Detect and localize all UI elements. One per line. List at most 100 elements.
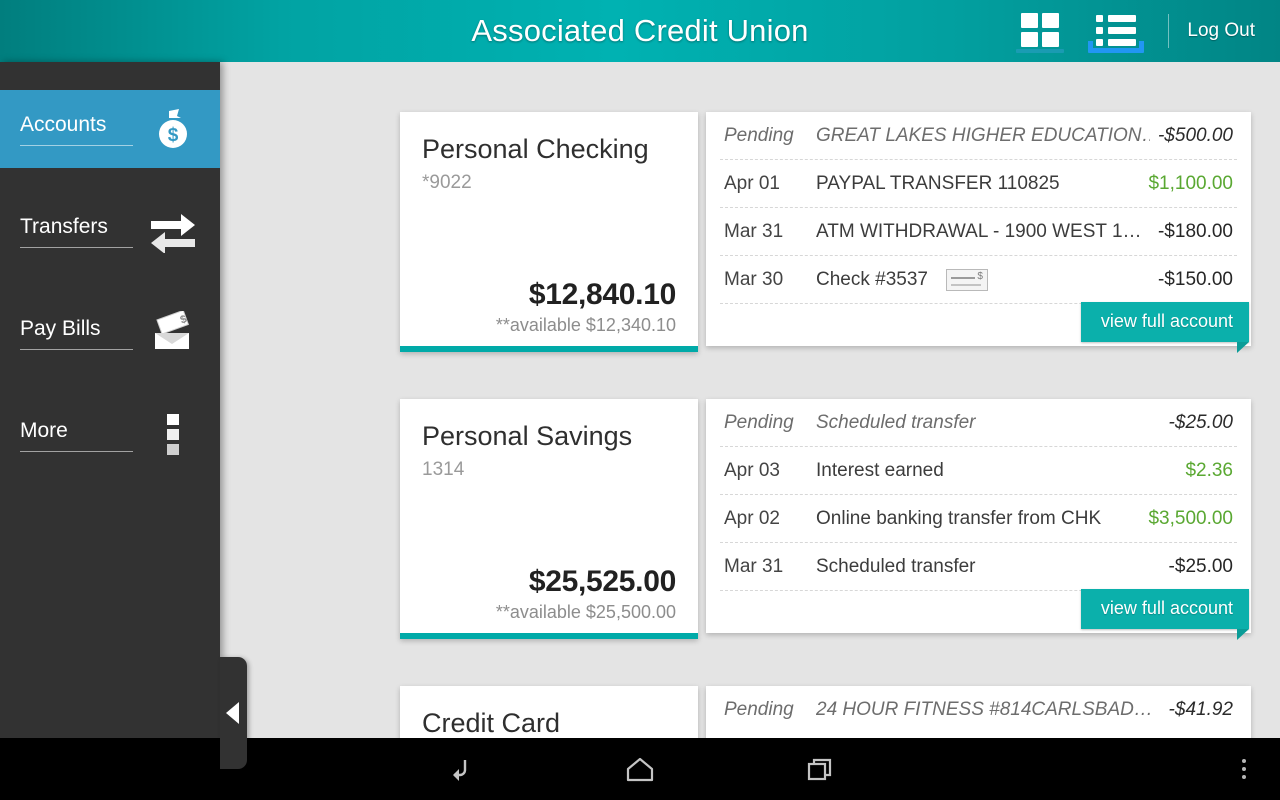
view-full-account-label: view full account: [1100, 311, 1233, 331]
account-card[interactable]: Personal Checking *9022 $12,840.10 **ava…: [400, 112, 698, 352]
transaction-amount: -$150.00: [1157, 268, 1233, 290]
transactions-panel: Pending Scheduled transfer -$25.00 Apr 0…: [706, 399, 1251, 640]
sidebar-top-strip: [0, 62, 220, 90]
account-row: Credit Card Pending 24 HOUR FITNESS #814…: [400, 686, 1280, 738]
transaction-amount: $1,100.00: [1148, 172, 1233, 194]
header-divider: [1168, 14, 1170, 48]
svg-text:$: $: [168, 125, 179, 146]
transaction-amount: $2.36: [1185, 459, 1233, 481]
panel-footer: view full account: [720, 589, 1249, 640]
sidebar: Accounts $ Transfers Pay Bills $ More: [0, 62, 247, 769]
account-row: Personal Savings 1314 $25,525.00 **avail…: [400, 399, 1280, 640]
table-row[interactable]: Mar 31 ATM WITHDRAWAL - 1900 WEST 1… -$1…: [720, 208, 1237, 256]
list-view-icon: [1096, 14, 1137, 46]
transaction-amount: -$25.00: [1168, 411, 1233, 433]
logout-button[interactable]: Log Out: [1187, 20, 1280, 42]
account-balance: $25,525.00: [528, 565, 676, 598]
money-bag-icon: $: [146, 102, 200, 156]
list-view-toggle[interactable]: [1078, 3, 1154, 57]
overflow-menu-icon[interactable]: [1242, 759, 1246, 779]
transaction-description: Scheduled transfer: [816, 411, 976, 433]
transaction-description: 24 HOUR FITNESS #814CARLSBAD…: [816, 699, 1153, 720]
table-row[interactable]: Mar 31 Scheduled transfer -$25.00: [720, 543, 1237, 591]
transaction-description: Scheduled transfer: [816, 555, 976, 577]
table-row[interactable]: Pending GREAT LAKES HIGHER EDUCATION… -$…: [720, 112, 1237, 160]
home-button[interactable]: [550, 738, 730, 800]
home-icon: [626, 757, 654, 782]
transaction-description: GREAT LAKES HIGHER EDUCATION…: [816, 124, 1150, 146]
system-navigation-bar: [0, 738, 1280, 800]
view-full-account-button[interactable]: view full account: [1080, 589, 1249, 640]
transaction-description: PAYPAL TRANSFER 110825: [816, 172, 1060, 194]
recent-apps-button[interactable]: [730, 738, 910, 800]
app-header: Associated Credit Union Log Out: [0, 0, 1280, 62]
transaction-date: Pending: [724, 124, 794, 146]
transaction-amount: -$41.92: [1168, 699, 1233, 720]
transaction-description: Online banking transfer from CHK: [816, 507, 1102, 529]
transaction-date: Apr 01: [724, 172, 780, 194]
view-full-account-label: view full account: [1100, 598, 1233, 618]
table-row[interactable]: Apr 02 Online banking transfer from CHK …: [720, 495, 1237, 543]
table-row[interactable]: Pending 24 HOUR FITNESS #814CARLSBAD… -$…: [720, 686, 1237, 734]
back-button[interactable]: [370, 738, 550, 800]
account-number: 1314: [422, 459, 465, 481]
ribbon-tail: [1237, 629, 1249, 640]
check-image-icon[interactable]: $: [945, 268, 988, 291]
transaction-date: Apr 02: [724, 507, 780, 529]
panel-footer: view full account: [720, 302, 1249, 353]
bill-envelope-icon: $: [146, 306, 200, 360]
transaction-amount: $3,500.00: [1148, 507, 1233, 529]
sidebar-item-accounts[interactable]: Accounts $: [0, 90, 220, 168]
account-card[interactable]: Personal Savings 1314 $25,525.00 **avail…: [400, 399, 698, 639]
account-row: Personal Checking *9022 $12,840.10 **ava…: [400, 112, 1280, 353]
sidebar-collapse-tab[interactable]: [220, 657, 247, 769]
sidebar-item-pay-bills[interactable]: Pay Bills $: [0, 294, 220, 372]
transactions-panel: Pending GREAT LAKES HIGHER EDUCATION… -$…: [706, 112, 1251, 353]
table-row[interactable]: Pending Scheduled transfer -$25.00: [720, 399, 1237, 447]
transfer-arrows-icon: [146, 204, 200, 258]
account-number: *9022: [422, 172, 472, 194]
transaction-amount: -$25.00: [1168, 555, 1233, 577]
grid-view-toggle[interactable]: [1002, 3, 1078, 57]
account-available-balance: **available $25,500.00: [495, 602, 676, 622]
transaction-description: Check #3537 $: [816, 268, 1150, 291]
view-full-account-button[interactable]: view full account: [1080, 302, 1249, 353]
sidebar-item-label: Accounts: [20, 113, 133, 146]
transaction-amount: -$500.00: [1157, 124, 1233, 146]
account-balance: $12,840.10: [528, 278, 676, 311]
grid-view-icon: [1021, 13, 1060, 47]
sidebar-item-label: More: [20, 419, 133, 452]
grid-view-underline: [1016, 49, 1065, 53]
transaction-date: Mar 31: [724, 220, 784, 242]
header-actions: Log Out: [1002, 0, 1280, 62]
more-vertical-dots-icon: [146, 408, 200, 462]
table-row[interactable]: Mar 30 Check #3537 $ -$150.00: [720, 256, 1237, 304]
app-root: Associated Credit Union Log Out Accounts…: [0, 0, 1280, 800]
account-card[interactable]: Credit Card: [400, 686, 698, 738]
sidebar-item-transfers[interactable]: Transfers: [0, 192, 220, 270]
transaction-date: Pending: [724, 699, 794, 720]
transaction-description: Interest earned: [816, 459, 944, 481]
transaction-date: Mar 30: [724, 268, 784, 290]
account-name: Personal Checking: [422, 134, 649, 164]
transaction-description-text: Check #3537: [816, 268, 928, 290]
transaction-description: ATM WITHDRAWAL - 1900 WEST 1…: [816, 220, 1142, 242]
sidebar-item-more[interactable]: More: [0, 396, 220, 474]
collapse-left-arrow-icon: [225, 702, 239, 724]
transaction-date: Mar 31: [724, 555, 784, 577]
ribbon-tail: [1237, 342, 1249, 353]
table-row[interactable]: Apr 03 Interest earned $2.36: [720, 447, 1237, 495]
recent-apps-icon: [807, 758, 832, 781]
table-row[interactable]: Apr 01 PAYPAL TRANSFER 110825 $1,100.00: [720, 160, 1237, 208]
transactions-panel: Pending 24 HOUR FITNESS #814CARLSBAD… -$…: [706, 686, 1251, 738]
list-view-underline: [1088, 41, 1145, 53]
transaction-date: Apr 03: [724, 459, 780, 481]
sidebar-item-label: Pay Bills: [20, 317, 133, 350]
sidebar-item-label: Transfers: [20, 215, 133, 248]
back-arrow-icon: [453, 760, 467, 781]
